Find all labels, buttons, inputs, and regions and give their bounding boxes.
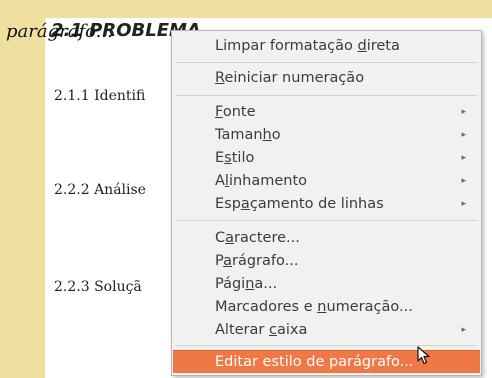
menu-item-character[interactable]: Caractere... bbox=[173, 227, 480, 250]
document-line-2: 2.2.2 Análise bbox=[54, 182, 146, 198]
submenu-arrow-icon: ▸ bbox=[461, 325, 466, 335]
menu-item-size[interactable]: Tamanho ▸ bbox=[173, 124, 480, 147]
menu-item-style[interactable]: Estilo ▸ bbox=[173, 147, 480, 170]
menu-item-change-case[interactable]: Alterar caixa ▸ bbox=[173, 319, 480, 342]
menu-item-bullets-numbering[interactable]: Marcadores e numeração... bbox=[173, 296, 480, 319]
menu-item-restart-numbering[interactable]: Reiniciar numeração bbox=[173, 67, 480, 90]
menu-item-line-spacing[interactable]: Espaçamento de linhas ▸ bbox=[173, 193, 480, 216]
submenu-arrow-icon: ▸ bbox=[461, 199, 466, 209]
document-line-3: 2.2.3 Soluçã bbox=[54, 279, 142, 295]
menu-item-font[interactable]: Fonte ▸ bbox=[173, 101, 480, 124]
context-menu: Limpar formatação direta Reiniciar numer… bbox=[171, 30, 482, 376]
menu-separator bbox=[176, 95, 477, 96]
floating-paragraph-label: parágrafo... bbox=[6, 21, 113, 42]
menu-separator bbox=[176, 220, 477, 221]
document-line-1: 2.1.1 Identifi bbox=[54, 88, 146, 104]
submenu-arrow-icon: ▸ bbox=[461, 176, 466, 186]
submenu-arrow-icon: ▸ bbox=[461, 153, 466, 163]
menu-item-page[interactable]: Página... bbox=[173, 273, 480, 296]
mouse-pointer-icon bbox=[417, 346, 430, 365]
menu-item-paragraph[interactable]: Parágrafo... bbox=[173, 250, 480, 273]
menu-item-alignment[interactable]: Alinhamento ▸ bbox=[173, 170, 480, 193]
menu-item-edit-paragraph-style[interactable]: Editar estilo de parágrafo... bbox=[173, 350, 480, 373]
menu-separator bbox=[176, 62, 477, 63]
submenu-arrow-icon: ▸ bbox=[461, 130, 466, 140]
submenu-arrow-icon: ▸ bbox=[461, 107, 466, 117]
menu-item-clear-direct-formatting[interactable]: Limpar formatação direta bbox=[173, 35, 480, 58]
